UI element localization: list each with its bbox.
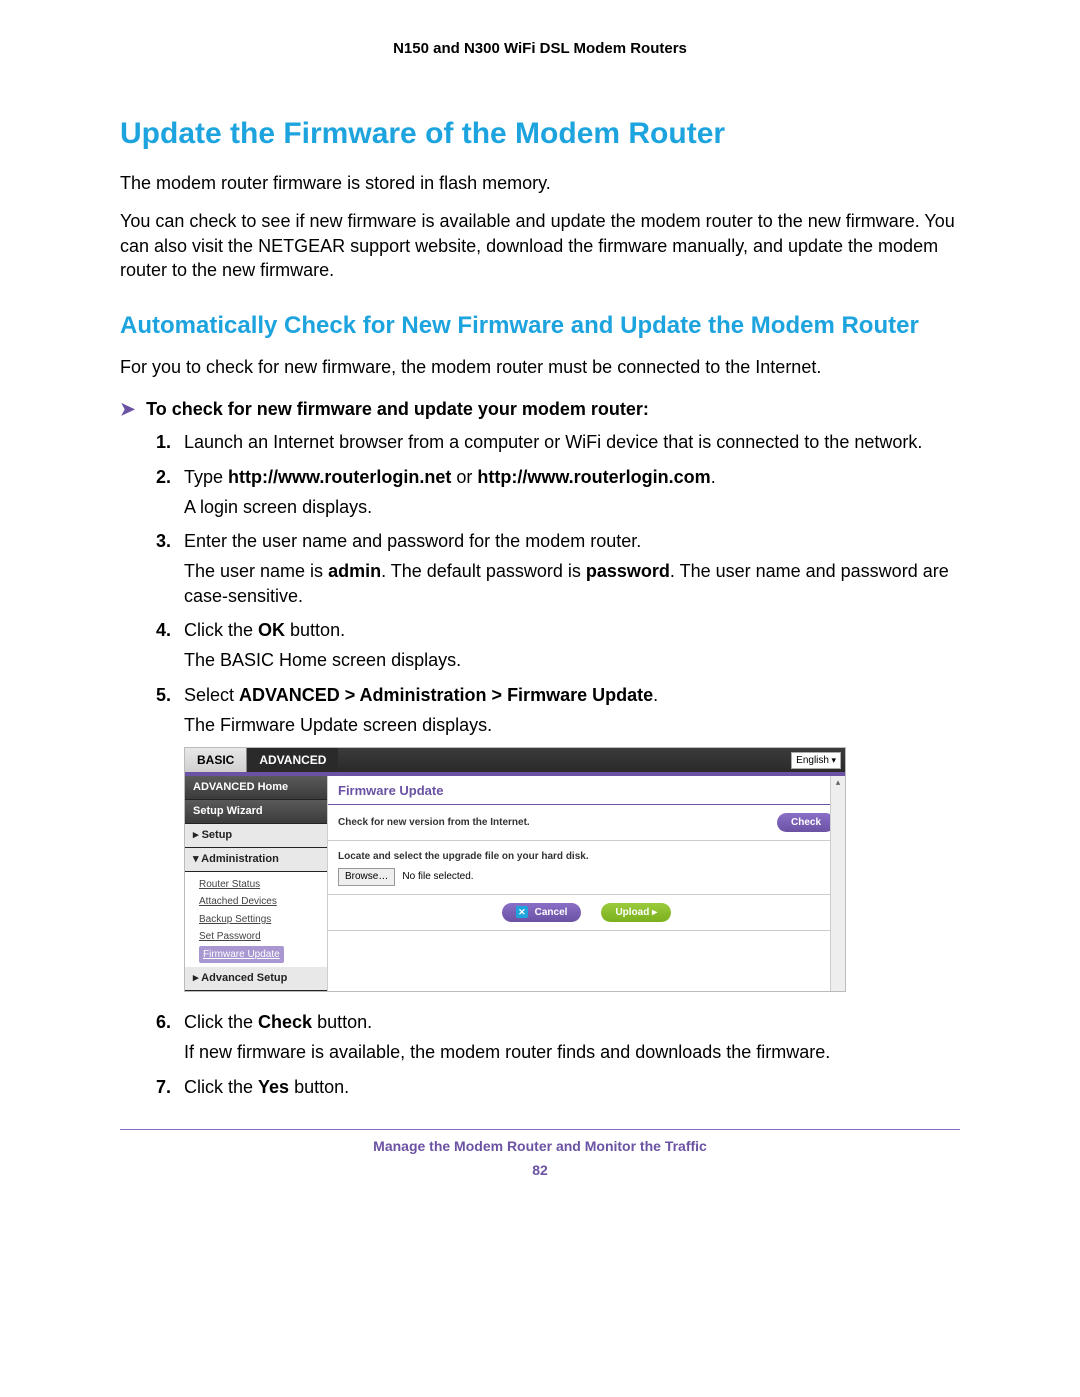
step-2: Type http://www.routerlogin.net or http:…	[156, 465, 960, 520]
tab-advanced[interactable]: ADVANCED	[247, 748, 338, 772]
step-5: Select ADVANCED > Administration > Firmw…	[156, 683, 960, 993]
step-3: Enter the user name and password for the…	[156, 529, 960, 608]
step-4-text: Click the OK button.	[184, 620, 345, 640]
intro-paragraph-2: You can check to see if new firmware is …	[120, 209, 960, 282]
section-title: Automatically Check for New Firmware and…	[120, 312, 960, 341]
document-header: N150 and N300 WiFi DSL Modem Routers	[120, 40, 960, 57]
step-1: Launch an Internet browser from a comput…	[156, 430, 960, 454]
page-title: Update the Firmware of the Modem Router	[120, 117, 960, 151]
procedure-lead-text: To check for new firmware and update you…	[146, 399, 649, 419]
browse-button[interactable]: Browse…	[338, 868, 395, 886]
panel-title: Firmware Update	[328, 776, 845, 805]
sidebar: ADVANCED Home Setup Wizard ▸ Setup ▾ Adm…	[185, 776, 328, 991]
sidebar-item-administration[interactable]: ▾ Administration	[185, 848, 327, 872]
sidebar-item-advanced-home[interactable]: ADVANCED Home	[185, 776, 327, 800]
step-3-text: Enter the user name and password for the…	[184, 531, 641, 551]
tab-basic[interactable]: BASIC	[185, 748, 247, 772]
step-5-text: Select ADVANCED > Administration > Firmw…	[184, 685, 658, 705]
step-5-sub: The Firmware Update screen displays.	[184, 713, 960, 737]
sidebar-item-router-status[interactable]: Router Status	[199, 876, 327, 894]
sidebar-item-setup[interactable]: ▸ Setup	[185, 824, 327, 848]
sidebar-item-firmware-update[interactable]: Firmware Update	[199, 946, 284, 964]
step-4-sub: The BASIC Home screen displays.	[184, 648, 960, 672]
check-version-label: Check for new version from the Internet.	[338, 816, 530, 830]
step-6-text: Click the Check button.	[184, 1012, 372, 1032]
footer-rule	[120, 1129, 960, 1130]
step-3-sub: The user name is admin. The default pass…	[184, 559, 960, 608]
step-6: Click the Check button. If new firmware …	[156, 1010, 960, 1065]
sidebar-item-set-password[interactable]: Set Password	[199, 928, 327, 946]
step-6-sub: If new firmware is available, the modem …	[184, 1040, 960, 1064]
sidebar-item-backup-settings[interactable]: Backup Settings	[199, 911, 327, 929]
cancel-button[interactable]: ✕ Cancel	[502, 903, 582, 923]
arrow-icon: ➤	[120, 399, 135, 419]
page-number: 82	[120, 1162, 960, 1178]
close-icon: ✕	[516, 906, 528, 918]
step-7: Click the Yes button.	[156, 1075, 960, 1099]
sidebar-item-setup-wizard[interactable]: Setup Wizard	[185, 800, 327, 824]
sidebar-item-attached-devices[interactable]: Attached Devices	[199, 893, 327, 911]
upload-button[interactable]: Upload ▸	[601, 903, 671, 923]
language-select[interactable]: English	[791, 752, 841, 770]
scrollbar[interactable]	[830, 776, 845, 991]
check-button[interactable]: Check	[777, 813, 835, 833]
intro-paragraph-1: The modem router firmware is stored in f…	[120, 171, 960, 195]
router-ui-screenshot: BASIC ADVANCED English ADVANCED Home Set…	[184, 747, 846, 992]
step-4: Click the OK button. The BASIC Home scre…	[156, 618, 960, 673]
locate-file-label: Locate and select the upgrade file on yo…	[338, 851, 589, 862]
step-2-text: Type http://www.routerlogin.net or http:…	[184, 467, 716, 487]
no-file-text: No file selected.	[402, 871, 473, 882]
step-2-sub: A login screen displays.	[184, 495, 960, 519]
step-1-text: Launch an Internet browser from a comput…	[184, 432, 922, 452]
procedure-lead: ➤ To check for new firmware and update y…	[120, 399, 960, 420]
footer-text: Manage the Modem Router and Monitor the …	[120, 1138, 960, 1154]
step-7-text: Click the Yes button.	[184, 1077, 349, 1097]
section-intro: For you to check for new firmware, the m…	[120, 355, 960, 379]
sidebar-item-advanced-setup[interactable]: ▸ Advanced Setup	[185, 967, 327, 991]
